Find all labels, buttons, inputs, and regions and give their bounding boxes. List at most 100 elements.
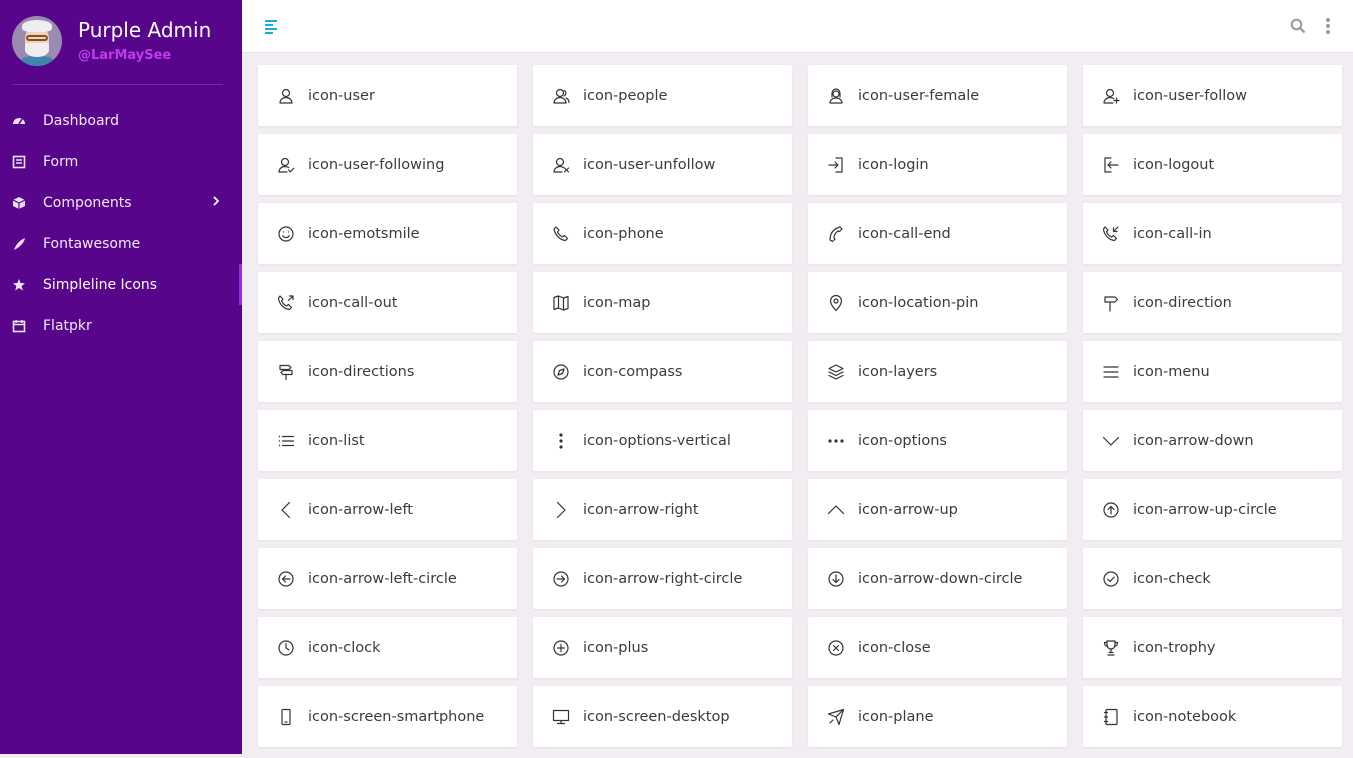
sidebar-item-flatpkr[interactable]: Flatpkr <box>0 305 242 346</box>
icon-card-label: icon-list <box>308 432 365 449</box>
icon-card[interactable]: icon-user-follow <box>1083 65 1342 126</box>
arrow-down-circle-icon <box>827 570 845 588</box>
screen-desktop-icon <box>552 708 570 726</box>
icon-card[interactable]: icon-arrow-up <box>808 479 1067 540</box>
user-female-icon <box>827 87 845 105</box>
icon-card-label: icon-arrow-up-circle <box>1133 501 1277 518</box>
icon-card[interactable]: icon-trophy <box>1083 617 1342 678</box>
sidebar-item-form[interactable]: Form <box>0 141 242 182</box>
icon-card[interactable]: icon-arrow-right <box>533 479 792 540</box>
trophy-icon <box>1102 639 1120 657</box>
divider <box>12 84 223 85</box>
sidebar-nav: Dashboard Form Components Fontawesome Si… <box>0 100 242 346</box>
options-vertical-icon <box>552 432 570 450</box>
icon-card-label: icon-user-following <box>308 156 445 173</box>
sidebar-item-label: Dashboard <box>43 112 119 129</box>
icon-card[interactable]: icon-phone <box>533 203 792 264</box>
menu-toggle-icon[interactable] <box>265 18 281 34</box>
sidebar-item-label: Components <box>43 194 132 211</box>
arrow-down-icon <box>1102 432 1120 450</box>
icon-card-label: icon-compass <box>583 363 683 380</box>
icon-card[interactable]: icon-clock <box>258 617 517 678</box>
people-icon <box>552 87 570 105</box>
icon-card-label: icon-notebook <box>1133 708 1237 725</box>
options-icon <box>827 432 845 450</box>
icon-card-label: icon-people <box>583 87 668 104</box>
icon-card[interactable]: icon-list <box>258 410 517 471</box>
icon-card[interactable]: icon-compass <box>533 341 792 402</box>
phone-icon <box>552 225 570 243</box>
icon-card-label: icon-plane <box>858 708 934 725</box>
icon-card-label: icon-arrow-left-circle <box>308 570 457 587</box>
search-icon[interactable] <box>1290 18 1306 34</box>
list-icon <box>277 432 295 450</box>
icon-card[interactable]: icon-directions <box>258 341 517 402</box>
icon-card[interactable]: icon-user <box>258 65 517 126</box>
icon-card[interactable]: icon-call-end <box>808 203 1067 264</box>
icon-card[interactable]: icon-screen-smartphone <box>258 686 517 747</box>
icon-card[interactable]: icon-notebook <box>1083 686 1342 747</box>
icon-card[interactable]: icon-screen-desktop <box>533 686 792 747</box>
profile-name: Purple Admin <box>78 18 212 42</box>
icon-card-label: icon-directions <box>308 363 415 380</box>
icon-card-label: icon-arrow-down-circle <box>858 570 1023 587</box>
sidebar: Purple Admin @LarMaySee Dashboard Form C… <box>0 0 242 754</box>
icon-card[interactable]: icon-arrow-left <box>258 479 517 540</box>
icon-card[interactable]: icon-user-female <box>808 65 1067 126</box>
plane-icon <box>827 708 845 726</box>
icon-card[interactable]: icon-close <box>808 617 1067 678</box>
layers-icon <box>827 363 845 381</box>
icon-card[interactable]: icon-login <box>808 134 1067 195</box>
plus-icon <box>552 639 570 657</box>
feather-icon <box>12 237 26 251</box>
call-out-icon <box>277 294 295 312</box>
user-icon <box>277 87 295 105</box>
icon-card[interactable]: icon-arrow-down <box>1083 410 1342 471</box>
user-following-icon <box>277 156 295 174</box>
call-end-icon <box>827 225 845 243</box>
icon-card[interactable]: icon-location-pin <box>808 272 1067 333</box>
icon-card[interactable]: icon-call-out <box>258 272 517 333</box>
icon-card[interactable]: icon-arrow-down-circle <box>808 548 1067 609</box>
screen-smartphone-icon <box>277 708 295 726</box>
icon-card[interactable]: icon-user-unfollow <box>533 134 792 195</box>
icon-card[interactable]: icon-map <box>533 272 792 333</box>
icon-card[interactable]: icon-plane <box>808 686 1067 747</box>
icon-card[interactable]: icon-call-in <box>1083 203 1342 264</box>
icon-card-label: icon-map <box>583 294 651 311</box>
call-in-icon <box>1102 225 1120 243</box>
icon-card[interactable]: icon-options <box>808 410 1067 471</box>
options-vertical-icon[interactable] <box>1324 17 1332 35</box>
icon-card-label: icon-clock <box>308 639 381 656</box>
icon-card[interactable]: icon-direction <box>1083 272 1342 333</box>
icon-card[interactable]: icon-check <box>1083 548 1342 609</box>
form-icon <box>12 155 26 169</box>
icon-card[interactable]: icon-arrow-right-circle <box>533 548 792 609</box>
sidebar-item-dashboard[interactable]: Dashboard <box>0 100 242 141</box>
location-pin-icon <box>827 294 845 312</box>
sidebar-item-components[interactable]: Components <box>0 182 242 223</box>
cube-icon <box>12 196 26 210</box>
sidebar-item-fontawesome[interactable]: Fontawesome <box>0 223 242 264</box>
icon-card[interactable]: icon-options-vertical <box>533 410 792 471</box>
icon-card-label: icon-options <box>858 432 947 449</box>
icon-card[interactable]: icon-layers <box>808 341 1067 402</box>
icon-card-label: icon-arrow-left <box>308 501 413 518</box>
icon-card-label: icon-plus <box>583 639 649 656</box>
icon-card[interactable]: icon-arrow-left-circle <box>258 548 517 609</box>
icon-card-label: icon-arrow-right <box>583 501 699 518</box>
icon-card[interactable]: icon-logout <box>1083 134 1342 195</box>
icon-card[interactable]: icon-plus <box>533 617 792 678</box>
notebook-icon <box>1102 708 1120 726</box>
top-navbar <box>242 0 1353 53</box>
profile[interactable]: Purple Admin @LarMaySee <box>12 16 222 86</box>
profile-handle: @LarMaySee <box>78 48 172 63</box>
icon-card[interactable]: icon-menu <box>1083 341 1342 402</box>
icon-card[interactable]: icon-people <box>533 65 792 126</box>
icon-card[interactable]: icon-emotsmile <box>258 203 517 264</box>
icon-card[interactable]: icon-arrow-up-circle <box>1083 479 1342 540</box>
sidebar-item-simpleline-icons[interactable]: Simpleline Icons <box>0 264 242 305</box>
compass-icon <box>552 363 570 381</box>
calendar-icon <box>12 319 26 333</box>
icon-card[interactable]: icon-user-following <box>258 134 517 195</box>
